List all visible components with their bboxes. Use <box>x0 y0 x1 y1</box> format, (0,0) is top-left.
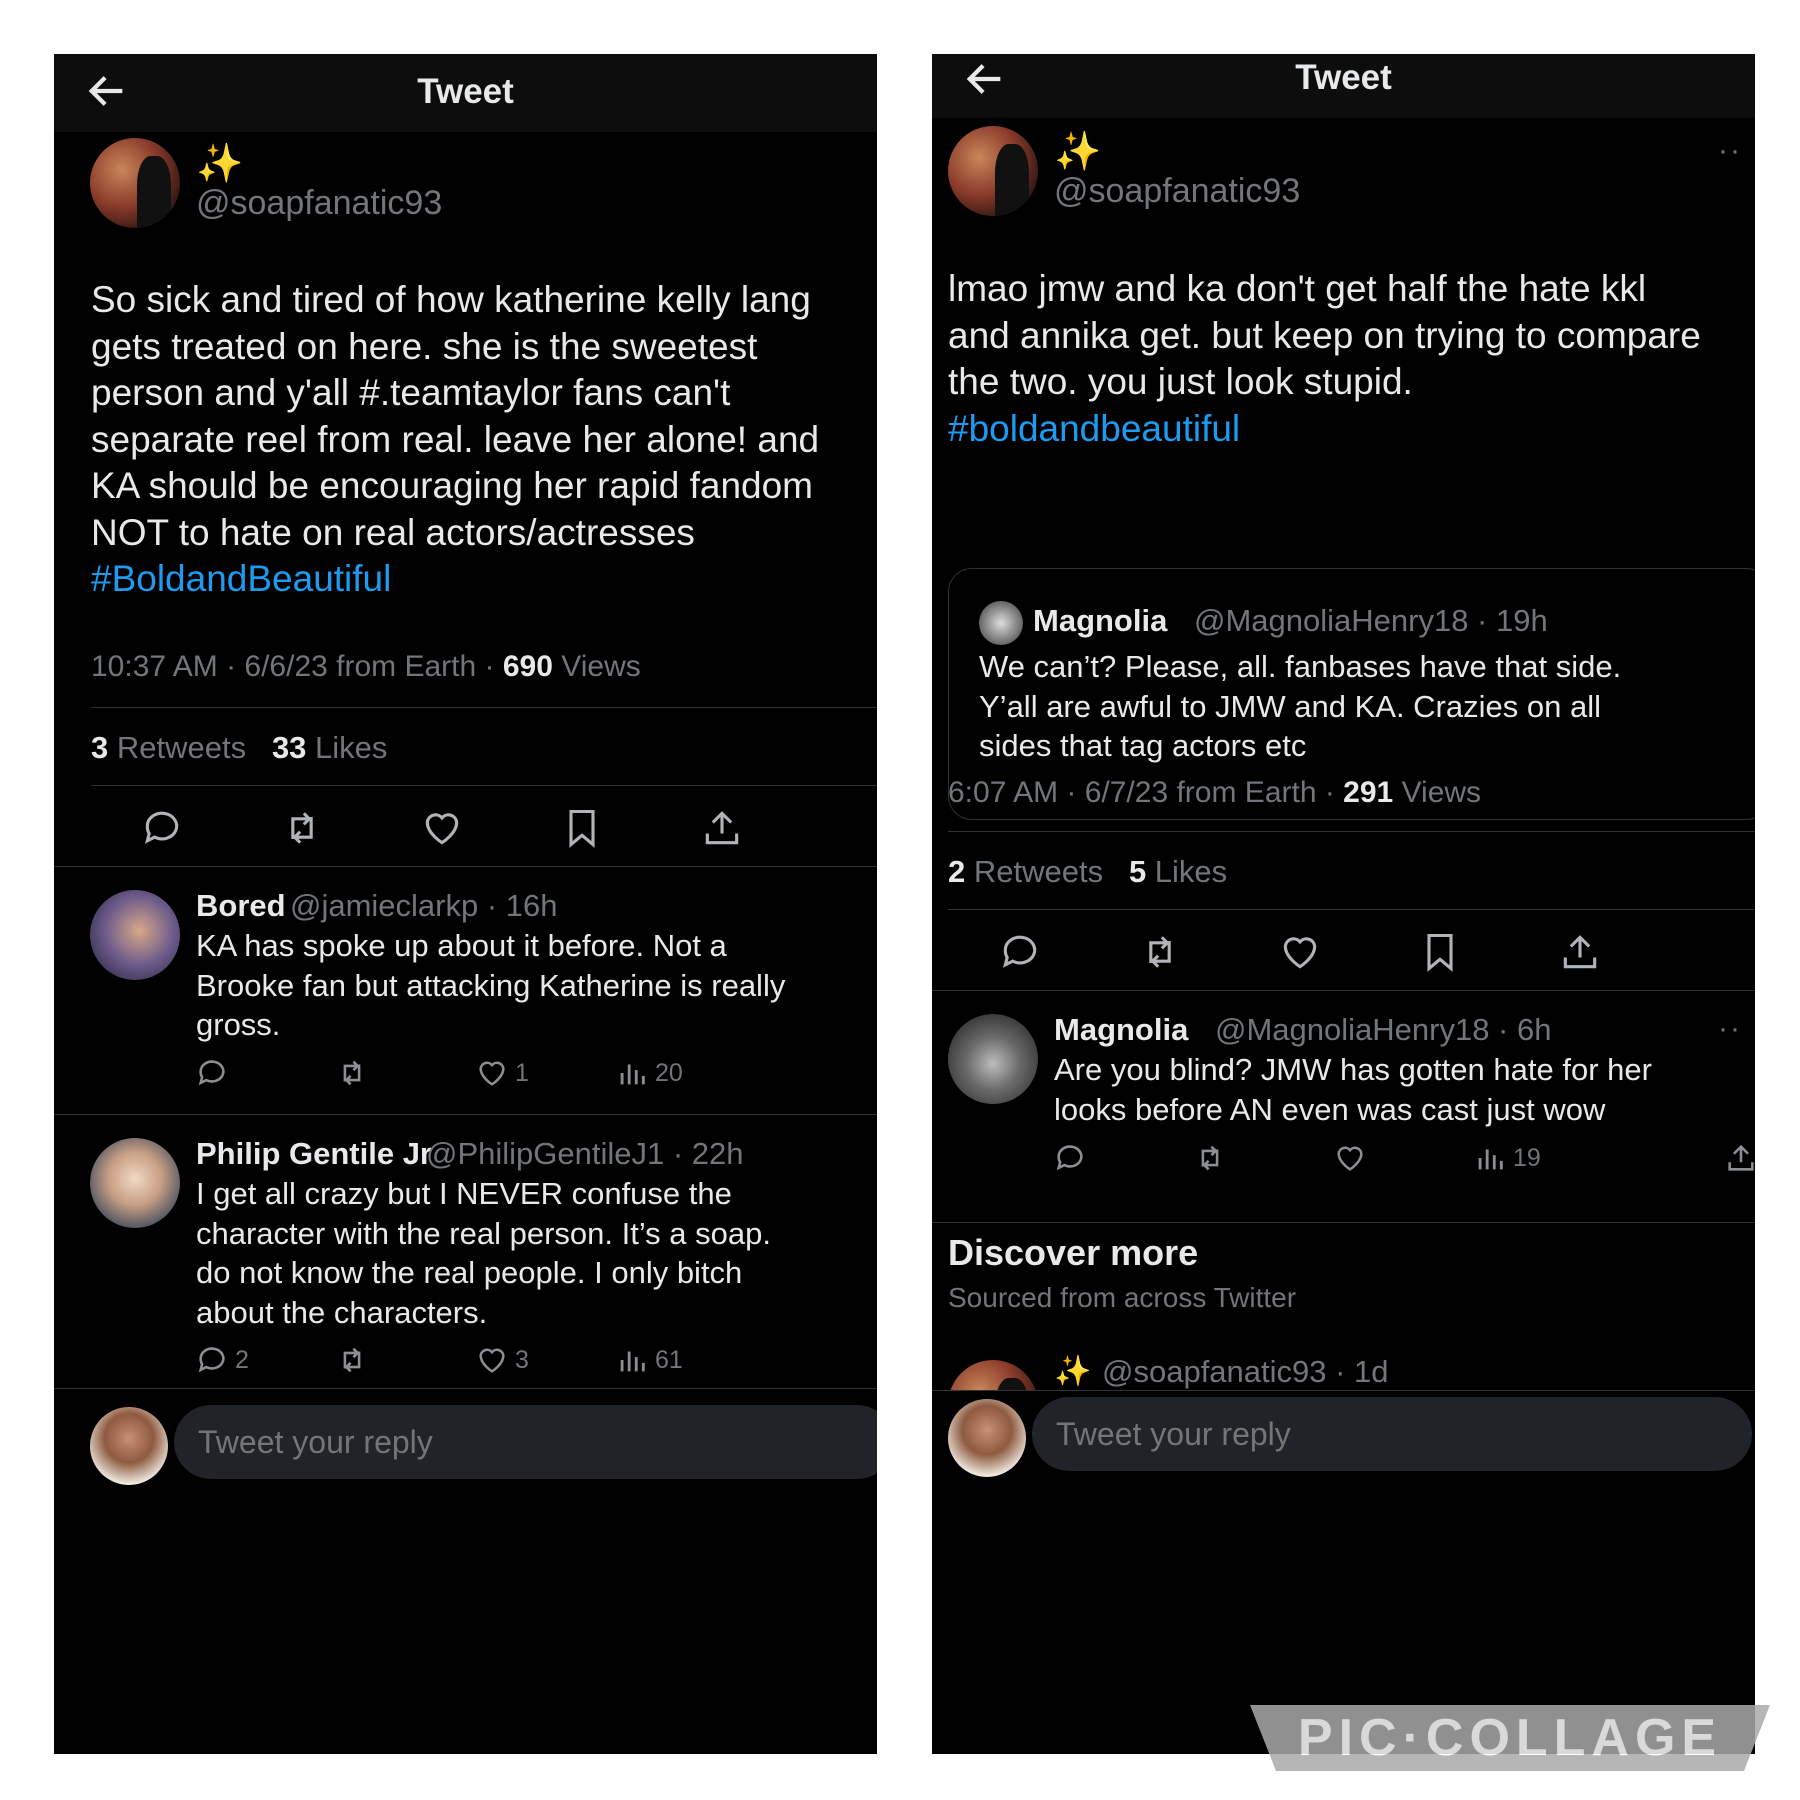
retweet-icon[interactable] <box>335 1056 369 1090</box>
header: Tweet <box>932 54 1755 118</box>
quote-author-handle: @MagnoliaHenry18 · 19h <box>1194 603 1548 638</box>
more-options-icon[interactable]: ·· <box>1718 134 1742 168</box>
like-icon[interactable] <box>420 806 464 850</box>
reply-text: KA has spoke up about it before. Not a B… <box>196 928 786 1042</box>
tweet-text: So sick and tired of how katherine kelly… <box>91 277 871 603</box>
like-icon[interactable] <box>1333 1141 1367 1175</box>
quote-author-name: Magnolia <box>1033 603 1168 638</box>
reply-author-handle[interactable]: @jamieclarkp · 16h <box>290 888 558 924</box>
share-icon[interactable] <box>700 806 744 850</box>
engagement-counts[interactable]: 3 Retweets 33 Likes <box>91 730 387 766</box>
divider <box>91 785 877 786</box>
reply-composer <box>932 1390 1755 1487</box>
reply-author-name[interactable]: Magnolia <box>1054 1012 1188 1048</box>
like-count: 1 <box>515 1059 529 1087</box>
more-options-icon[interactable]: ·· <box>1718 1012 1742 1046</box>
sparkles-emoji: ✨ <box>196 143 244 185</box>
reply-text: I get all crazy but I NEVER confuse the … <box>196 1176 771 1330</box>
divider <box>54 1114 877 1115</box>
my-avatar[interactable] <box>948 1399 1026 1477</box>
sparkles-emoji: ✨ <box>1054 1355 1092 1388</box>
bottom-nav <box>54 1728 877 1754</box>
divider <box>91 707 877 708</box>
reply-composer <box>54 1388 877 1499</box>
author-handle[interactable]: @soapfanatic93 <box>196 184 442 223</box>
views-icon[interactable] <box>615 1343 649 1377</box>
bookmark-icon[interactable] <box>1418 930 1462 974</box>
engagement-counts[interactable]: 2 Retweets 5 Likes <box>948 854 1227 890</box>
views-count: 61 <box>655 1346 683 1374</box>
my-avatar[interactable] <box>90 1407 168 1485</box>
reply-author-name[interactable]: Bored <box>196 888 286 924</box>
tweet-meta: 10:37 AM · 6/6/23 from Earth · 690 Views <box>91 650 641 683</box>
divider <box>54 866 877 867</box>
like-icon[interactable] <box>475 1343 509 1377</box>
discover-more-subtitle: Sourced from across Twitter <box>948 1282 1297 1313</box>
hashtag-link[interactable]: #boldandbeautiful <box>948 406 1748 453</box>
divider <box>948 909 1755 910</box>
page-title: Tweet <box>1295 58 1392 97</box>
page-title: Tweet <box>417 72 514 111</box>
reply-count: 2 <box>235 1346 249 1374</box>
reply-input[interactable] <box>174 1405 877 1479</box>
like-icon[interactable] <box>1278 930 1322 974</box>
bookmark-icon[interactable] <box>560 806 604 850</box>
quote-text: We can’t? Please, all. fanbases have tha… <box>979 649 1622 763</box>
header: Tweet <box>54 54 877 132</box>
left-tweet-screen: Tweet ✨ @soapfanatic93 So sick and tired… <box>54 54 877 1754</box>
reply-icon[interactable] <box>195 1343 229 1377</box>
divider <box>932 1222 1755 1223</box>
retweet-icon[interactable] <box>335 1343 369 1377</box>
reply-input[interactable] <box>1032 1397 1752 1471</box>
like-icon[interactable] <box>475 1056 509 1090</box>
views-count: 19 <box>1513 1144 1541 1172</box>
reply-author-name[interactable]: Philip Gentile Jr <box>196 1136 432 1172</box>
share-icon[interactable] <box>1724 1141 1755 1175</box>
like-count: 3 <box>515 1346 529 1374</box>
right-tweet-screen: Tweet ✨ @soapfanatic93 ·· lmao jmw and k… <box>932 54 1755 1754</box>
divider <box>932 990 1755 991</box>
reply-author-handle[interactable]: @PhilipGentileJ1 · 22h <box>426 1136 744 1172</box>
quote-avatar <box>979 601 1023 645</box>
share-icon[interactable] <box>1558 930 1602 974</box>
author-avatar[interactable] <box>948 126 1038 216</box>
reply-text: Are you blind? JMW has gotten hate for h… <box>1054 1052 1652 1127</box>
retweet-icon[interactable] <box>280 806 324 850</box>
views-icon[interactable] <box>1473 1141 1507 1175</box>
divider <box>948 831 1755 832</box>
retweet-icon[interactable] <box>1138 930 1182 974</box>
hashtag-link[interactable]: #BoldandBeautiful <box>91 556 871 603</box>
reply-icon[interactable] <box>140 806 184 850</box>
author-handle[interactable]: @soapfanatic93 <box>1054 172 1300 211</box>
tweet-text: lmao jmw and ka don't get half the hate … <box>948 266 1748 452</box>
suggested-handle[interactable]: @soapfanatic93 · 1d <box>1102 1354 1389 1390</box>
sparkles-emoji: ✨ <box>1054 131 1102 173</box>
reply-icon[interactable] <box>998 930 1042 974</box>
reply-icon[interactable] <box>1053 1141 1087 1175</box>
reply-author-handle[interactable]: @MagnoliaHenry18 · 6h <box>1215 1012 1551 1048</box>
watermark: PIC·COLLAGE <box>1250 1705 1770 1771</box>
retweet-icon[interactable] <box>1193 1141 1227 1175</box>
reply-icon[interactable] <box>195 1056 229 1090</box>
reply-avatar[interactable] <box>90 890 180 980</box>
discover-more-title: Discover more <box>948 1232 1199 1273</box>
reply-avatar[interactable] <box>90 1138 180 1228</box>
author-avatar[interactable] <box>90 138 180 228</box>
views-icon[interactable] <box>615 1056 649 1090</box>
reply-avatar[interactable] <box>948 1014 1038 1104</box>
tweet-meta: 6:07 AM · 6/7/23 from Earth · 291 Views <box>948 776 1482 809</box>
views-count: 20 <box>655 1059 683 1087</box>
